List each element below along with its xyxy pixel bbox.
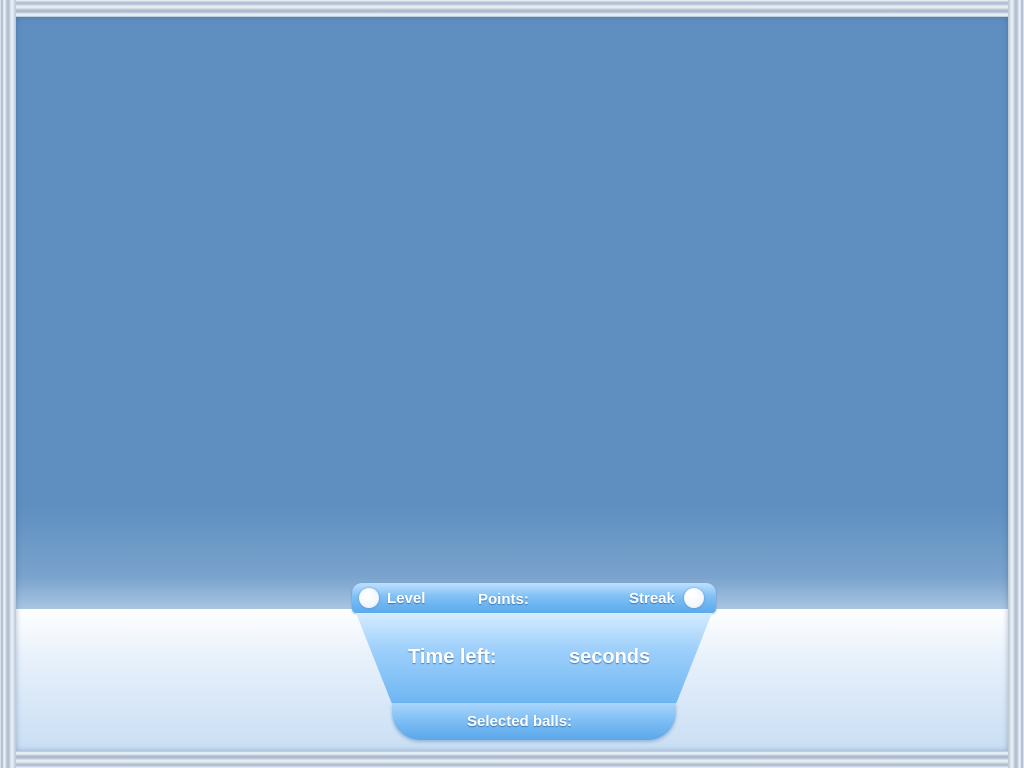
- hud-panel: Level Points: Streak Time left: seconds …: [352, 583, 716, 740]
- level-label: Level: [387, 590, 426, 607]
- points-label: Points:: [478, 591, 529, 608]
- level-orb-icon: [359, 588, 379, 608]
- time-left-label: Time left:: [408, 646, 497, 668]
- seconds-label: seconds: [569, 646, 651, 668]
- streak-label: Streak: [629, 590, 675, 607]
- selected-balls-label: Selected balls:: [467, 713, 573, 730]
- streak-orb-icon: [684, 588, 704, 608]
